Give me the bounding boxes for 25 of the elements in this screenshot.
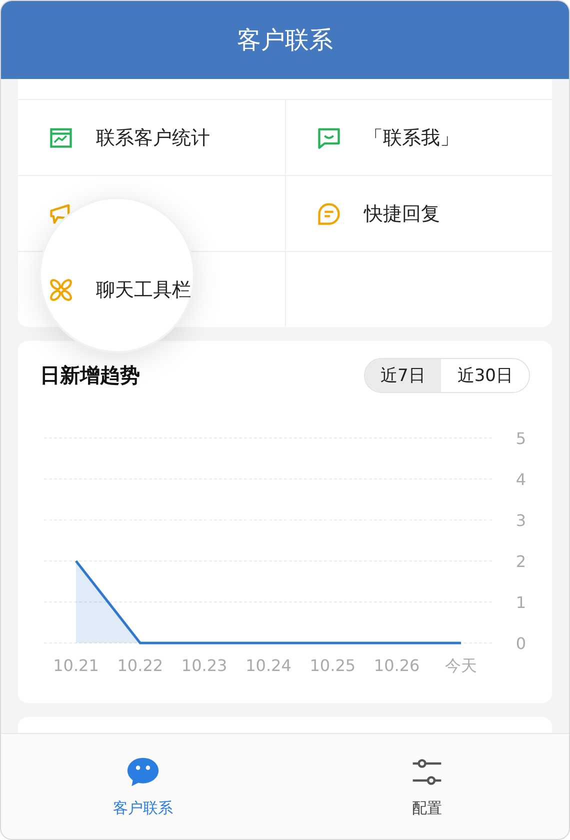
x-tick-label: 10.25 <box>310 656 356 675</box>
chat-icon <box>126 755 160 789</box>
tab-bar-item[interactable]: 配置 <box>285 734 569 839</box>
y-tick-label: 0 <box>516 634 526 653</box>
menu-item[interactable]: 聊天工具栏 <box>96 276 191 302</box>
tab-bar-item[interactable]: 客户联系 <box>1 734 285 839</box>
menu-item[interactable]: 联系客户统计 <box>96 124 210 150</box>
x-tick-label: 今天 <box>445 656 477 675</box>
y-tick-label: 3 <box>516 511 526 530</box>
message-icon <box>316 200 342 226</box>
menu-item[interactable]: 「联系我」 <box>364 124 459 150</box>
x-tick-label: 10.22 <box>117 656 164 675</box>
y-tick-label: 5 <box>516 429 526 448</box>
chart-title: 日新增趋势 <box>40 362 140 388</box>
x-tick-label: 10.21 <box>53 656 99 675</box>
petals-icon <box>48 276 74 302</box>
y-tick-label: 1 <box>516 593 526 612</box>
y-tick-label: 2 <box>516 552 526 571</box>
x-tick-label: 10.23 <box>181 656 228 675</box>
menu-item[interactable]: 快捷回复 <box>364 200 440 226</box>
page-title: 客户联系 <box>237 25 333 56</box>
range-tab[interactable]: 近7日 <box>364 358 442 392</box>
x-tick-label: 10.26 <box>374 656 420 675</box>
y-tick-label: 4 <box>516 470 526 489</box>
x-tick-label: 10.24 <box>246 656 292 675</box>
